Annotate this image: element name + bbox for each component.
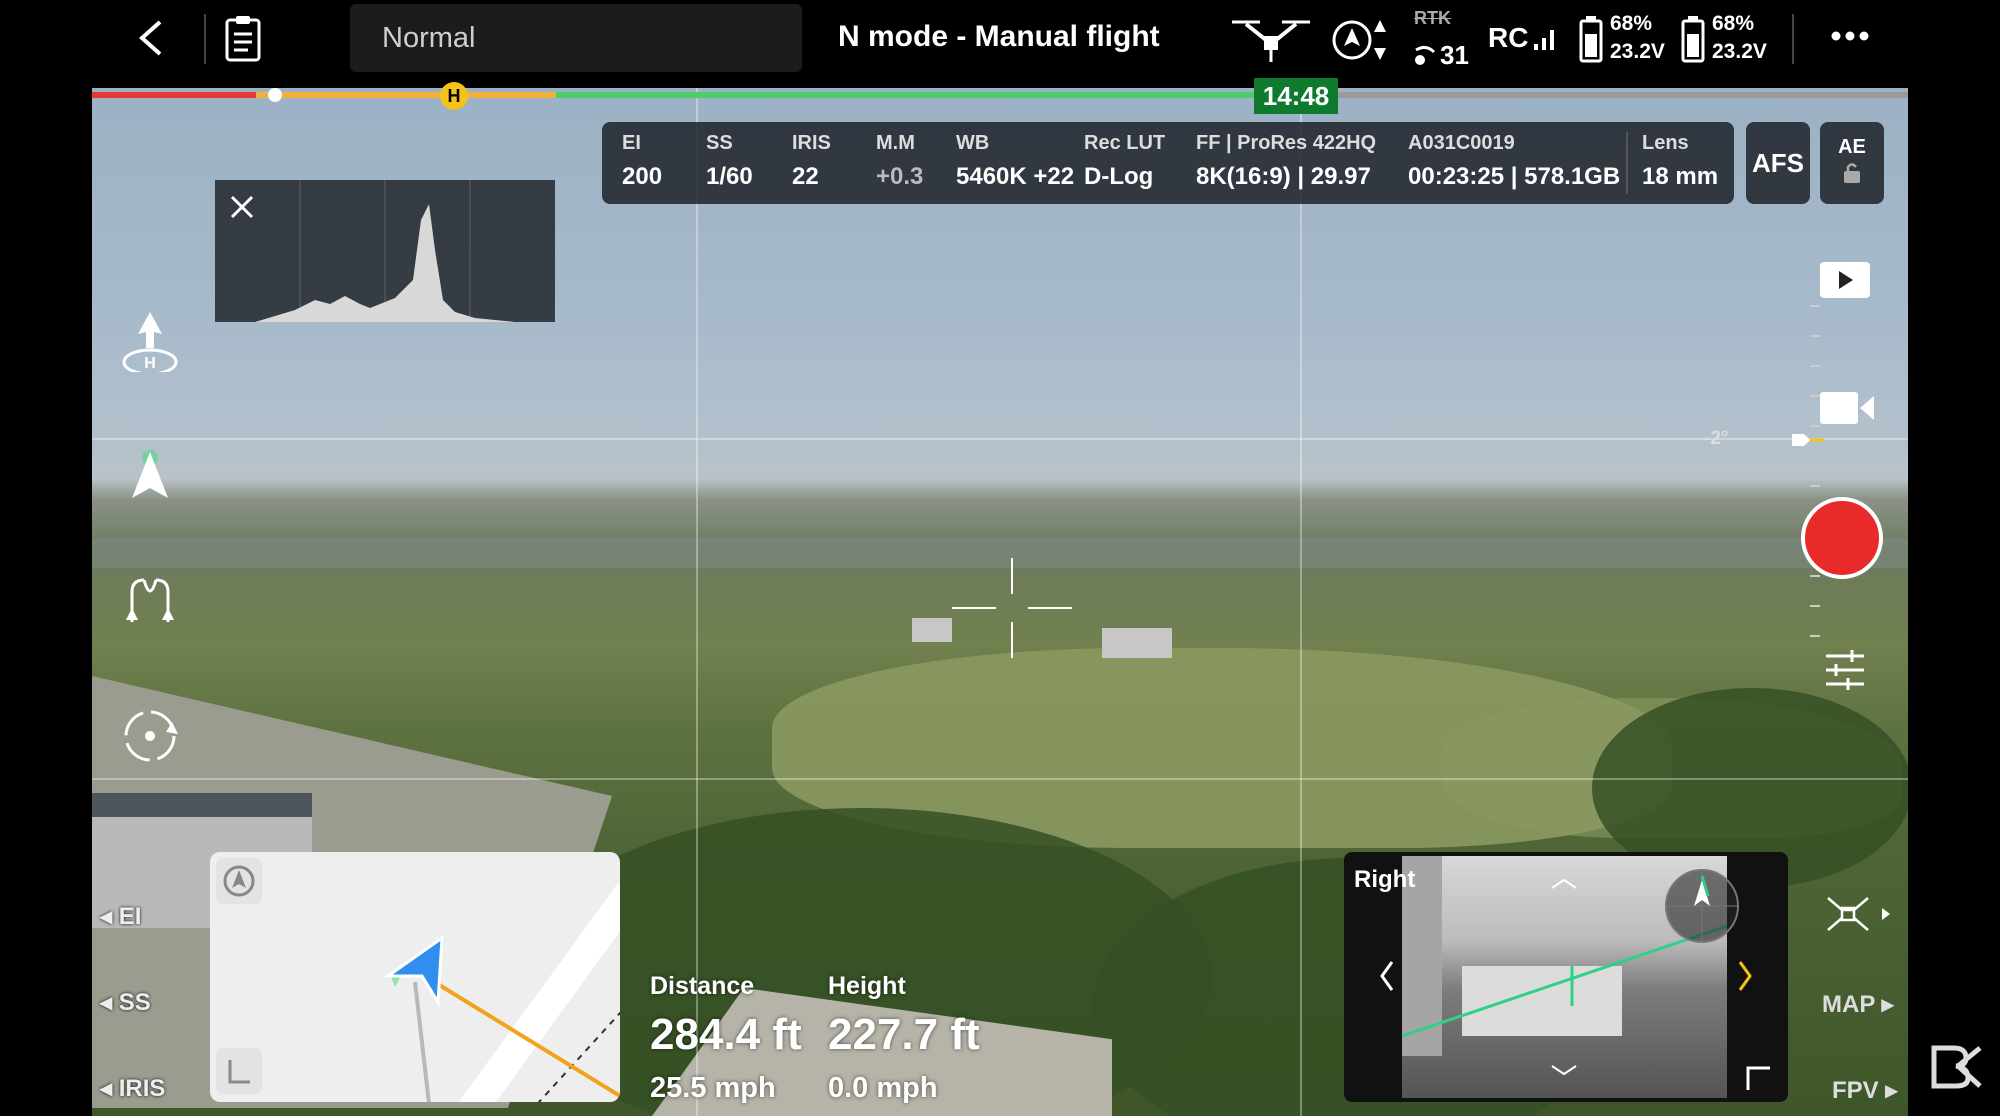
vertical-speed: 0.0 mph xyxy=(828,1072,938,1104)
navigation-arrow-icon[interactable] xyxy=(118,446,182,510)
battery1-percent: 68% xyxy=(1610,12,1653,35)
grid-line xyxy=(696,88,698,1116)
expand-icon xyxy=(228,1060,250,1084)
rtk-status: RTK xyxy=(1414,8,1451,28)
histogram-chart xyxy=(255,180,515,322)
height-label: Height xyxy=(828,972,906,1000)
ei-shortcut[interactable]: ◂ EI xyxy=(100,902,141,931)
fpv-expand-icon[interactable] xyxy=(1744,1064,1774,1094)
height-value: 227.7 ft xyxy=(828,1010,980,1059)
gimbal-scale xyxy=(1792,305,1824,637)
param-rec-lut[interactable]: Rec LUT D-Log xyxy=(1084,132,1165,191)
takeoff-icon[interactable]: H xyxy=(118,308,182,372)
more-icon[interactable] xyxy=(1830,30,1870,42)
ae-lock-button[interactable]: AE xyxy=(1820,122,1884,204)
center-crosshair xyxy=(952,558,1072,658)
ss-shortcut[interactable]: ◂ SS xyxy=(100,988,151,1017)
param-ei[interactable]: EI 200 xyxy=(622,132,662,191)
fpv-attitude-icon xyxy=(1665,869,1739,943)
mini-map[interactable] xyxy=(210,852,620,1102)
fpv-toggle[interactable]: FPV ▸ xyxy=(1832,1076,1897,1105)
remaining-flight-time: 14:48 xyxy=(1254,78,1338,114)
divider xyxy=(1626,132,1628,194)
distance-value: 284.4 ft xyxy=(650,1010,802,1059)
iris-shortcut[interactable]: ◂ IRIS xyxy=(100,1074,165,1103)
low-segment xyxy=(256,92,556,98)
param-wb[interactable]: WB 5460K +22 xyxy=(956,132,1074,191)
map-toggle[interactable]: MAP ▸ xyxy=(1822,990,1894,1019)
warehouse-roof xyxy=(92,793,312,817)
poi-icon[interactable] xyxy=(118,704,182,768)
drone-view-icon[interactable] xyxy=(1822,892,1892,936)
rtk-signal-icon xyxy=(1415,45,1436,65)
histogram-panel xyxy=(215,180,555,322)
home-marker: H xyxy=(440,82,468,110)
battery1-voltage: 23.2V xyxy=(1610,40,1665,63)
fpv-image xyxy=(1402,856,1739,1098)
play-icon[interactable] xyxy=(1818,260,1872,300)
fpv-camera-label: Right xyxy=(1354,866,1416,893)
lock-icon xyxy=(1844,163,1860,183)
distant-building xyxy=(1102,628,1172,658)
divider xyxy=(204,14,206,64)
grid-line xyxy=(1300,88,1302,1116)
battery-icon xyxy=(1681,16,1705,63)
rth-marker xyxy=(268,88,282,102)
param-iris[interactable]: IRIS 22 xyxy=(792,132,831,191)
obstacle-icon[interactable] xyxy=(1330,16,1394,64)
distant-building xyxy=(912,618,952,642)
divider xyxy=(1792,14,1794,64)
camera-parameters-panel[interactable]: EI 200 SS 1/60 IRIS 22 M.M +0.3 WB 5460K… xyxy=(602,122,1734,204)
drone-icon[interactable] xyxy=(1226,14,1316,66)
param-mm[interactable]: M.M +0.3 xyxy=(876,132,923,191)
waypoint-icon[interactable] xyxy=(118,572,182,636)
flight-mode-title: N mode - Manual flight xyxy=(838,20,1160,53)
rc-label: RC xyxy=(1488,22,1529,53)
distance-label: Distance xyxy=(650,972,755,1000)
fpv-prev-icon[interactable] xyxy=(1378,958,1396,994)
remaining-segment xyxy=(1328,92,1908,98)
grid-line xyxy=(92,778,1908,780)
battery2-percent: 68% xyxy=(1712,12,1755,35)
flight-mode-selector[interactable]: Normal xyxy=(350,4,802,72)
param-clip[interactable]: A031C0019 00:23:25 | 578.1GB xyxy=(1408,132,1620,191)
map-expand-button[interactable] xyxy=(216,1048,262,1094)
rc-signal-icon xyxy=(1534,30,1554,50)
checklist-icon[interactable] xyxy=(224,14,262,62)
param-lens[interactable]: Lens 18 mm xyxy=(1642,132,1718,191)
fpv-view[interactable]: Right xyxy=(1344,852,1788,1102)
afs-button[interactable]: AFS xyxy=(1746,122,1810,204)
map-compass-button[interactable] xyxy=(216,858,262,904)
watermark-logo xyxy=(1931,1045,1982,1089)
fpv-next-icon[interactable] xyxy=(1736,958,1754,994)
gimbal-angle: -2° xyxy=(1704,428,1729,449)
battery-icon xyxy=(1579,16,1603,63)
svg-text:H: H xyxy=(144,355,156,372)
mode-value: Normal xyxy=(382,22,476,54)
param-ss[interactable]: SS 1/60 xyxy=(706,132,753,191)
horizontal-speed: 25.5 mph xyxy=(650,1072,776,1104)
record-button[interactable] xyxy=(1801,497,1883,579)
settings-sliders-icon[interactable] xyxy=(1822,648,1868,692)
battery2-voltage: 23.2V xyxy=(1712,40,1767,63)
param-format[interactable]: FF | ProRes 422HQ 8K(16:9) | 29.97 xyxy=(1196,132,1376,191)
top-bar: Normal N mode - Manual flight RTK 31 RC … xyxy=(0,0,2000,80)
critical-segment xyxy=(92,92,256,98)
close-icon[interactable] xyxy=(229,194,255,220)
compass-icon xyxy=(223,865,255,897)
map-canvas xyxy=(383,883,620,1102)
battery-time-bar xyxy=(92,92,1908,98)
grid-line xyxy=(92,438,1908,440)
satellite-count: 31 xyxy=(1440,40,1469,70)
back-icon[interactable] xyxy=(136,18,166,58)
